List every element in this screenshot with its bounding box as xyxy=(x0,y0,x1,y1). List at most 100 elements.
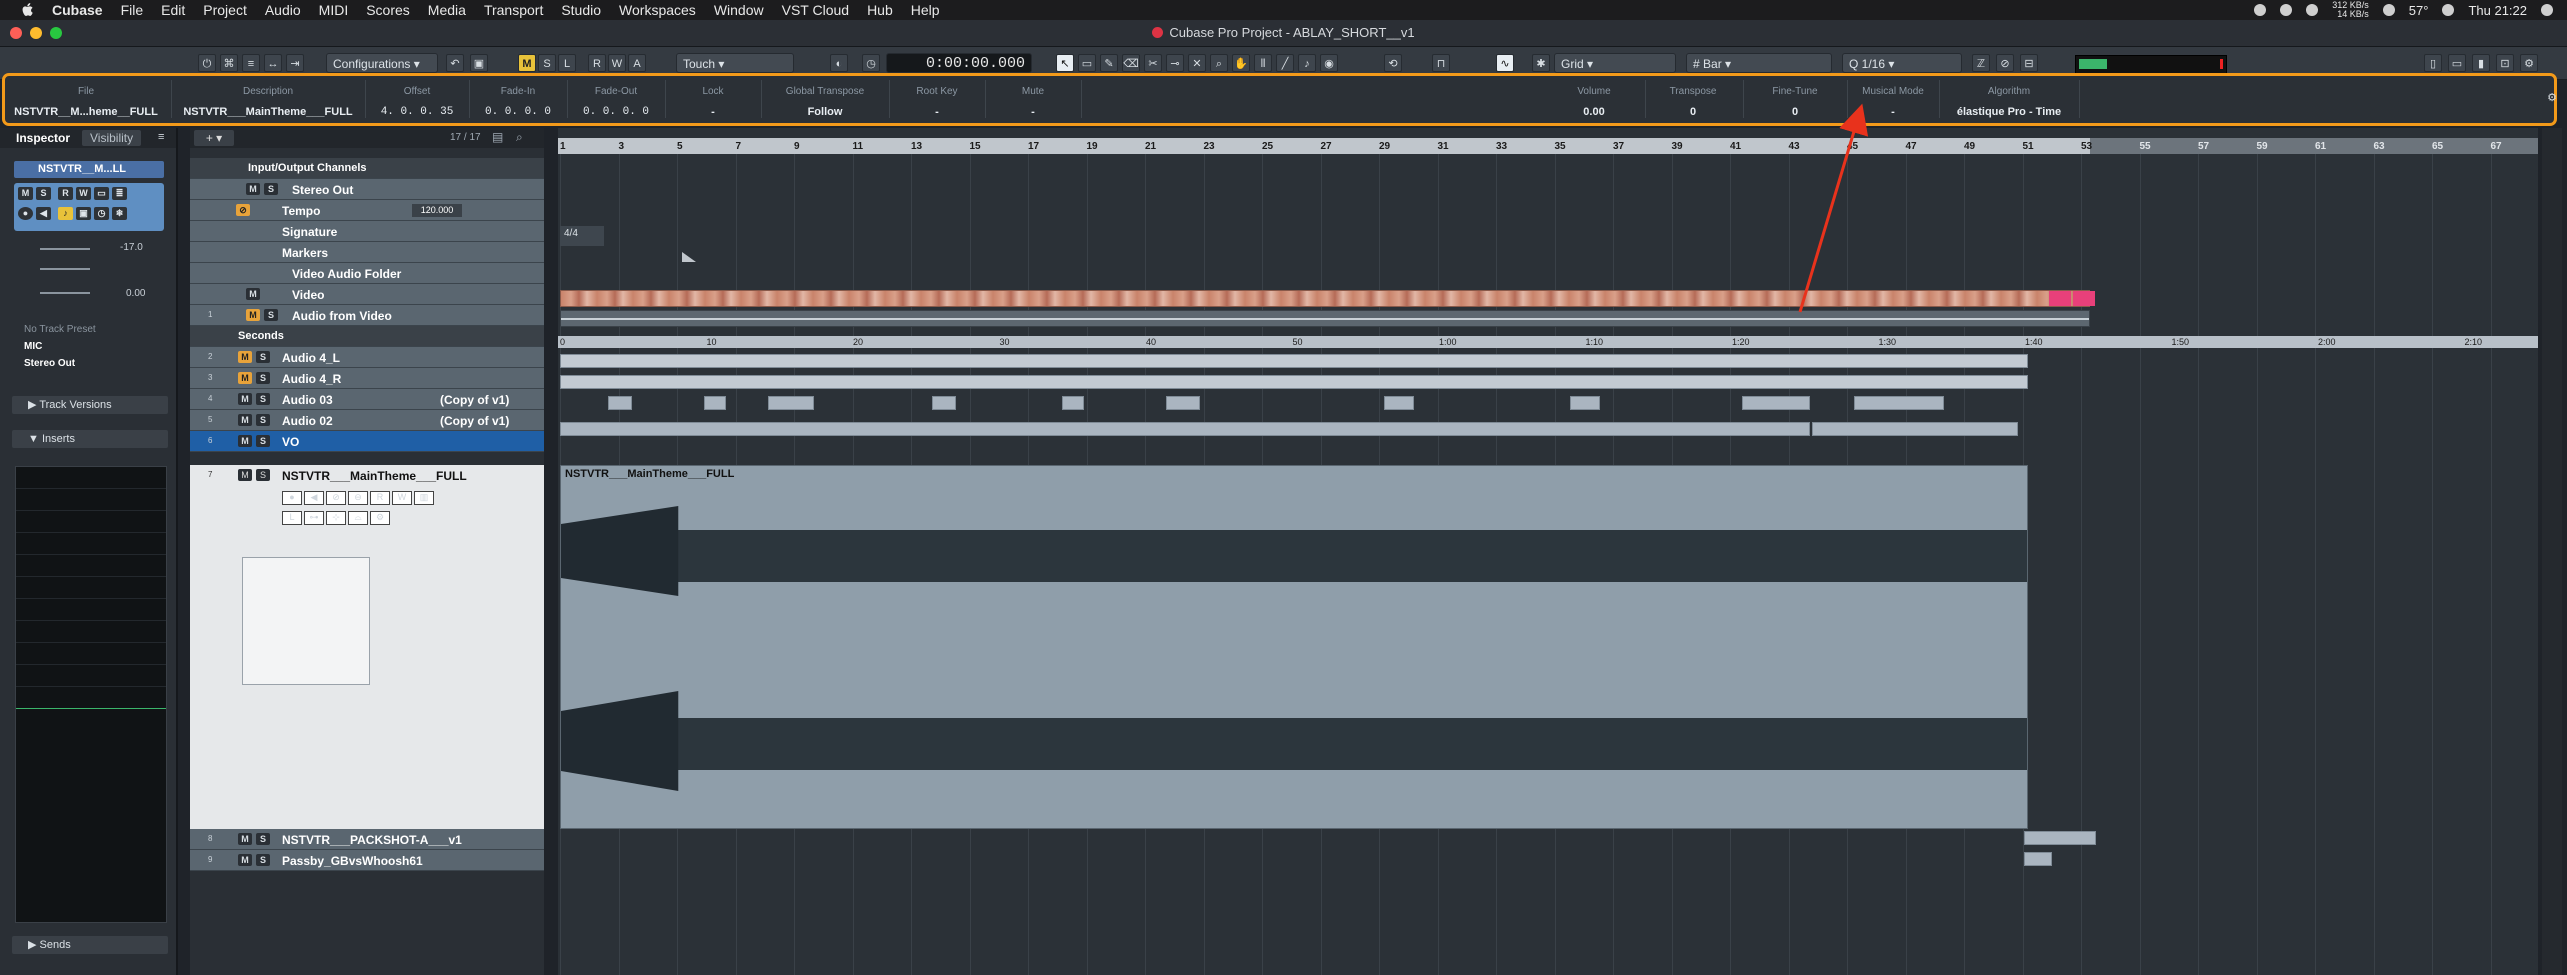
snap-zero-icon[interactable]: ↔ xyxy=(264,54,282,72)
object-selection-tool-icon[interactable]: ↖ xyxy=(1056,54,1074,72)
inspector-track-name[interactable]: NSTVTR__M...LL xyxy=(14,161,164,178)
video-thumbnails-clip[interactable] xyxy=(560,290,2095,307)
play-tool-icon[interactable]: ♪ xyxy=(1298,54,1316,72)
input-routing[interactable]: MIC xyxy=(24,341,42,352)
record-enable-icon[interactable]: ● xyxy=(282,491,302,505)
folder-icon[interactable]: ▣ xyxy=(76,207,91,220)
track-row-video[interactable]: M Video xyxy=(190,284,544,305)
track-row-signature[interactable]: Signature xyxy=(190,221,544,242)
eq-icon[interactable]: ⊶ xyxy=(304,511,324,525)
snap-on-icon[interactable]: ∿ xyxy=(1496,54,1514,72)
track-preset-field[interactable]: No Track Preset xyxy=(24,324,96,335)
settings-gear-icon[interactable]: ⚙ xyxy=(2520,54,2538,72)
delay-slider[interactable] xyxy=(40,292,90,294)
menu-transport[interactable]: Transport xyxy=(484,2,543,18)
menu-project[interactable]: Project xyxy=(203,2,247,18)
quantize-apply-icon[interactable]: ⊘ xyxy=(1996,54,2014,72)
solo-button[interactable]: S xyxy=(264,183,278,195)
volume-slider[interactable] xyxy=(40,248,90,250)
mute-mode-button[interactable]: M xyxy=(518,54,536,72)
info-col-offset[interactable]: Offset 4. 0. 0. 35 xyxy=(367,86,467,118)
section-track-versions[interactable]: ▶ Track Versions xyxy=(12,396,168,414)
info-line-settings-icon[interactable]: ⚙ xyxy=(2543,89,2561,107)
track-row-tempo[interactable]: ⊘ Tempo 120.000 xyxy=(190,200,544,221)
tempo-value[interactable]: 120.000 xyxy=(412,204,462,217)
lock-icon[interactable]: ⊖ xyxy=(348,491,368,505)
menu-media[interactable]: Media xyxy=(428,2,466,18)
apple-icon[interactable] xyxy=(18,3,38,17)
solo-button[interactable]: S xyxy=(256,435,270,447)
insert-slot[interactable] xyxy=(16,489,166,511)
menu-midi[interactable]: MIDI xyxy=(319,2,349,18)
packshot-event[interactable] xyxy=(2024,831,2096,845)
read-automation-button[interactable]: R xyxy=(588,54,606,72)
section-inserts[interactable]: ▼ Inserts xyxy=(12,430,168,448)
insert-slot[interactable] xyxy=(16,621,166,643)
insert-slot[interactable] xyxy=(16,533,166,555)
menu-app-name[interactable]: Cubase xyxy=(52,2,103,18)
menu-audio[interactable]: Audio xyxy=(265,2,301,18)
mute-button[interactable]: M xyxy=(238,351,252,363)
info-col-algorithm[interactable]: Algorithm élastique Pro - Time xyxy=(1941,86,2077,118)
color-tool-icon[interactable]: ◉ xyxy=(1320,54,1338,72)
pan-value[interactable]: 0.00 xyxy=(126,288,145,299)
audio-03-event[interactable] xyxy=(932,396,956,410)
settings-icon[interactable]: ⚙ xyxy=(370,511,390,525)
save-config-icon[interactable]: ▣ xyxy=(470,54,488,72)
track-row-passby[interactable]: 9 M S Passby_GBvsWhoosh61 xyxy=(190,850,544,871)
info-col-volume[interactable]: Volume 0.00 xyxy=(1551,86,1637,118)
write-automation-button[interactable]: W xyxy=(608,54,626,72)
layout-config-icon[interactable]: ⊡ xyxy=(2496,54,2514,72)
info-col-fade-out[interactable]: Fade-Out 0. 0. 0. 0 xyxy=(569,86,663,118)
audio-03-event[interactable] xyxy=(768,396,814,410)
track-list-menu-icon[interactable]: ▤ xyxy=(492,130,503,144)
audio-4-r-clip[interactable] xyxy=(560,375,2028,389)
time-display[interactable]: 0:00:00.000 xyxy=(886,53,1032,73)
track-row-audio-4-l[interactable]: 2 M S Audio 4_L xyxy=(190,347,544,368)
tab-inspector[interactable]: Inspector xyxy=(8,130,78,146)
vertical-zoom-scrollbar[interactable] xyxy=(2542,128,2562,975)
solo-button[interactable]: S xyxy=(256,833,270,845)
mixer-icon[interactable]: ≡ xyxy=(242,54,260,72)
glue-tool-icon[interactable]: ⊸ xyxy=(1166,54,1184,72)
passby-event[interactable] xyxy=(2024,852,2052,866)
lanes-icon[interactable]: ▥ xyxy=(414,491,434,505)
range-selection-tool-icon[interactable]: ▭ xyxy=(1078,54,1096,72)
insert-slot[interactable] xyxy=(16,511,166,533)
timebase-icon[interactable]: ◷ xyxy=(94,207,109,220)
insert-slot[interactable] xyxy=(16,687,166,709)
freeze-icon[interactable]: ❄ xyxy=(112,207,127,220)
activate-project-icon[interactable]: ⏻ xyxy=(198,54,216,72)
pan-icon[interactable]: ⊹ xyxy=(326,511,346,525)
audio-03-event[interactable] xyxy=(608,396,632,410)
hand-tool-icon[interactable]: ✋ xyxy=(1232,54,1250,72)
automation-panel-button[interactable]: A xyxy=(628,54,646,72)
snap-type-dropdown[interactable]: Grid ▾ xyxy=(1554,53,1676,73)
layout-bottom-icon[interactable]: ▭ xyxy=(2448,54,2466,72)
layout-right-icon[interactable]: ▮ xyxy=(2472,54,2490,72)
inspector-menu-icon[interactable]: ≡ xyxy=(158,131,164,143)
track-row-audio-from-video[interactable]: 1 M S Audio from Video xyxy=(190,305,544,326)
bar-ruler[interactable]: 1 3 5 7 9 11 13 15 17 19 21 23 25 27 29 31 33 35 37 39 41 43 4… xyxy=(558,138,2538,154)
mute-tool-icon[interactable]: ✕ xyxy=(1188,54,1206,72)
undo-history-icon[interactable]: ↶ xyxy=(446,54,464,72)
zoom-tool-icon[interactable]: ⌕ xyxy=(1210,54,1228,72)
time-signature-event[interactable]: 4/4 xyxy=(560,226,604,246)
solo-button[interactable]: S xyxy=(256,469,270,481)
track-row-stereo-out[interactable]: M S Stereo Out xyxy=(190,179,544,200)
menu-hub[interactable]: Hub xyxy=(867,2,893,18)
track-row-vo[interactable]: 6 M S VO xyxy=(190,431,544,452)
audio-03-event[interactable] xyxy=(1742,396,1810,410)
volume-value[interactable]: -17.0 xyxy=(120,242,143,253)
audio-03-event[interactable] xyxy=(1854,396,1944,410)
control-center-icon[interactable] xyxy=(2541,4,2553,16)
insert-slot[interactable] xyxy=(16,577,166,599)
maintheme-audio-event[interactable]: NSTVTR___MainTheme___FULL xyxy=(560,465,2028,829)
read-button[interactable]: R xyxy=(370,491,390,505)
track-search-icon[interactable]: ⌕ xyxy=(516,130,523,145)
performance-meter[interactable] xyxy=(2075,55,2227,75)
mute-button[interactable]: M xyxy=(238,469,252,481)
track-row-io-channels[interactable]: Input/Output Channels xyxy=(190,158,544,179)
track-row-audio-02[interactable]: 5 M S Audio 02 (Copy of v1) xyxy=(190,410,544,431)
info-col-fine-tune[interactable]: Fine-Tune 0 xyxy=(1745,86,1845,118)
